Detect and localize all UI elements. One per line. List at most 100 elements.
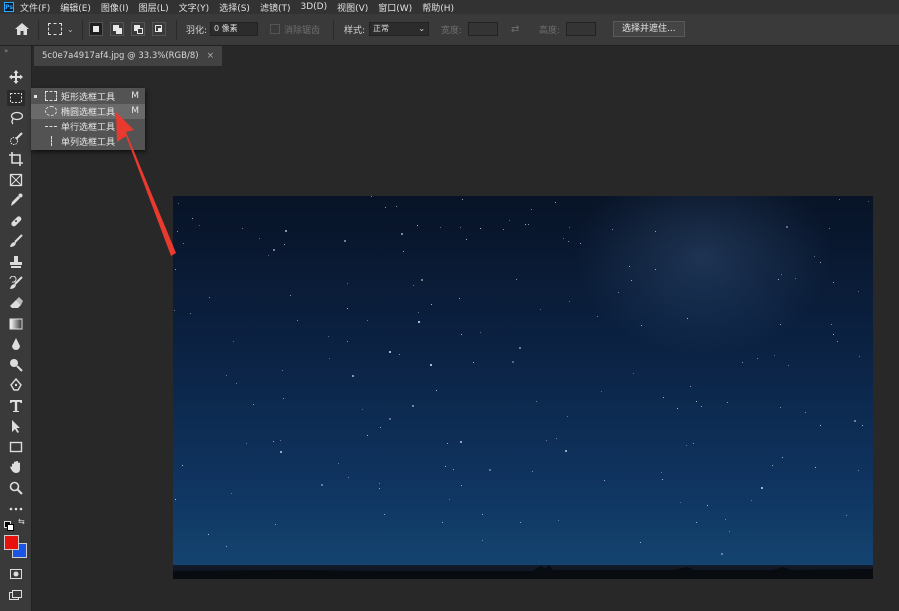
star: [280, 440, 281, 441]
star: [859, 356, 860, 357]
tool-eraser[interactable]: [7, 295, 25, 311]
star: [461, 334, 462, 335]
tool-preset-picker[interactable]: ⌄: [48, 21, 74, 37]
star: [275, 524, 276, 525]
add-to-selection-button[interactable]: [110, 22, 124, 36]
star: [597, 316, 598, 317]
close-icon[interactable]: ×: [207, 46, 215, 66]
tool-path-select[interactable]: [7, 418, 25, 434]
tool-crop[interactable]: [7, 151, 25, 167]
width-input[interactable]: [468, 22, 499, 36]
menu-view[interactable]: 视图(V): [337, 1, 368, 14]
star: [462, 199, 463, 200]
tool-healing-brush[interactable]: [7, 213, 25, 229]
star: [466, 239, 467, 240]
select-and-mask-button[interactable]: 选择并遮住...: [613, 21, 685, 37]
collapse-panel-icon[interactable]: »: [4, 47, 8, 55]
intersect-selection-button[interactable]: [152, 22, 166, 36]
star: [782, 457, 783, 458]
star: [696, 522, 697, 523]
tool-move[interactable]: [7, 69, 25, 85]
tool-more[interactable]: [7, 501, 25, 517]
quick-mask-icon: [10, 569, 22, 579]
quick-mask-button[interactable]: [7, 566, 25, 582]
menu-type[interactable]: 文字(Y): [179, 1, 210, 14]
star: [273, 441, 274, 442]
flyout-item-single-row-marquee[interactable]: 单行选框工具: [31, 119, 145, 134]
tool-rect-marquee[interactable]: [7, 90, 25, 106]
tool-gradient[interactable]: [7, 316, 25, 332]
tool-hand[interactable]: [7, 459, 25, 475]
star: [820, 262, 821, 263]
star: [772, 465, 773, 466]
tool-zoom[interactable]: [7, 480, 25, 496]
star: [633, 373, 634, 374]
star: [389, 418, 391, 420]
tool-dodge[interactable]: [7, 357, 25, 373]
star: [329, 358, 330, 359]
star: [259, 238, 260, 239]
foreground-color-swatch[interactable]: [4, 535, 19, 550]
star: [285, 230, 287, 232]
menu-layer[interactable]: 图层(L): [139, 1, 169, 14]
height-input[interactable]: [566, 22, 597, 36]
home-button[interactable]: [14, 21, 30, 37]
subtract-from-selection-button[interactable]: [131, 22, 145, 36]
star: [396, 206, 397, 207]
tool-quick-select[interactable]: [7, 131, 25, 147]
menu-window[interactable]: 窗口(W): [378, 1, 412, 14]
star: [631, 280, 632, 281]
tool-pen[interactable]: [7, 377, 25, 393]
flyout-item-ellipse-marquee[interactable]: 椭圆选框工具 M: [31, 104, 145, 119]
feather-label: 羽化:: [186, 25, 208, 36]
flyout-item-rect-marquee[interactable]: 矩形选框工具 M: [31, 89, 145, 104]
menu-file[interactable]: 文件(F): [20, 1, 50, 14]
new-selection-button[interactable]: [89, 22, 103, 36]
tool-clone-stamp[interactable]: [7, 254, 25, 270]
swap-dimensions-icon[interactable]: ⇄: [511, 24, 519, 35]
menu-image[interactable]: 图像(I): [101, 1, 129, 14]
swap-colors-icon[interactable]: ⇆: [18, 517, 25, 526]
star: [418, 321, 420, 323]
star: [347, 283, 348, 284]
star: [795, 278, 796, 279]
document-tab[interactable]: 5c0e7a4917af4.jpg @ 33.3%(RGB/8) ×: [34, 46, 223, 66]
antialias-checkbox[interactable]: [270, 24, 280, 34]
menu-3d[interactable]: 3D(D): [300, 2, 327, 12]
star: [778, 279, 779, 280]
tool-brush[interactable]: [7, 233, 25, 249]
menu-select[interactable]: 选择(S): [219, 1, 250, 14]
feather-input[interactable]: 0 像素: [210, 22, 259, 36]
screen-mode-button[interactable]: [7, 587, 25, 603]
tool-eyedropper[interactable]: [7, 192, 25, 208]
star: [757, 358, 758, 359]
default-colors-icon[interactable]: ⇆: [4, 517, 28, 531]
star: [379, 488, 380, 489]
menu-filter[interactable]: 滤镜(T): [260, 1, 291, 14]
star: [273, 249, 275, 251]
style-select[interactable]: 正常 ⌄: [369, 22, 430, 36]
star: [473, 362, 474, 363]
menu-help[interactable]: 帮助(H): [422, 1, 454, 14]
star: [580, 243, 581, 244]
home-icon: [15, 23, 29, 35]
crop-icon: [9, 152, 23, 166]
tool-history-brush[interactable]: [7, 275, 25, 291]
tool-type[interactable]: [7, 398, 25, 414]
healing-brush-icon: [11, 216, 22, 227]
star: [707, 505, 708, 506]
flyout-item-single-column-marquee[interactable]: 单列选框工具: [31, 134, 145, 149]
star: [347, 308, 348, 309]
star: [199, 225, 200, 226]
tool-lasso[interactable]: [7, 110, 25, 126]
document-canvas[interactable]: [173, 196, 873, 579]
tool-rectangle[interactable]: [7, 439, 25, 455]
menu-edit[interactable]: 编辑(E): [60, 1, 91, 14]
tool-frame[interactable]: [7, 172, 25, 188]
star: [569, 227, 570, 228]
star: [833, 282, 834, 283]
star: [389, 351, 391, 353]
tool-blur[interactable]: [7, 336, 25, 352]
star: [226, 546, 227, 547]
star: [380, 427, 381, 428]
